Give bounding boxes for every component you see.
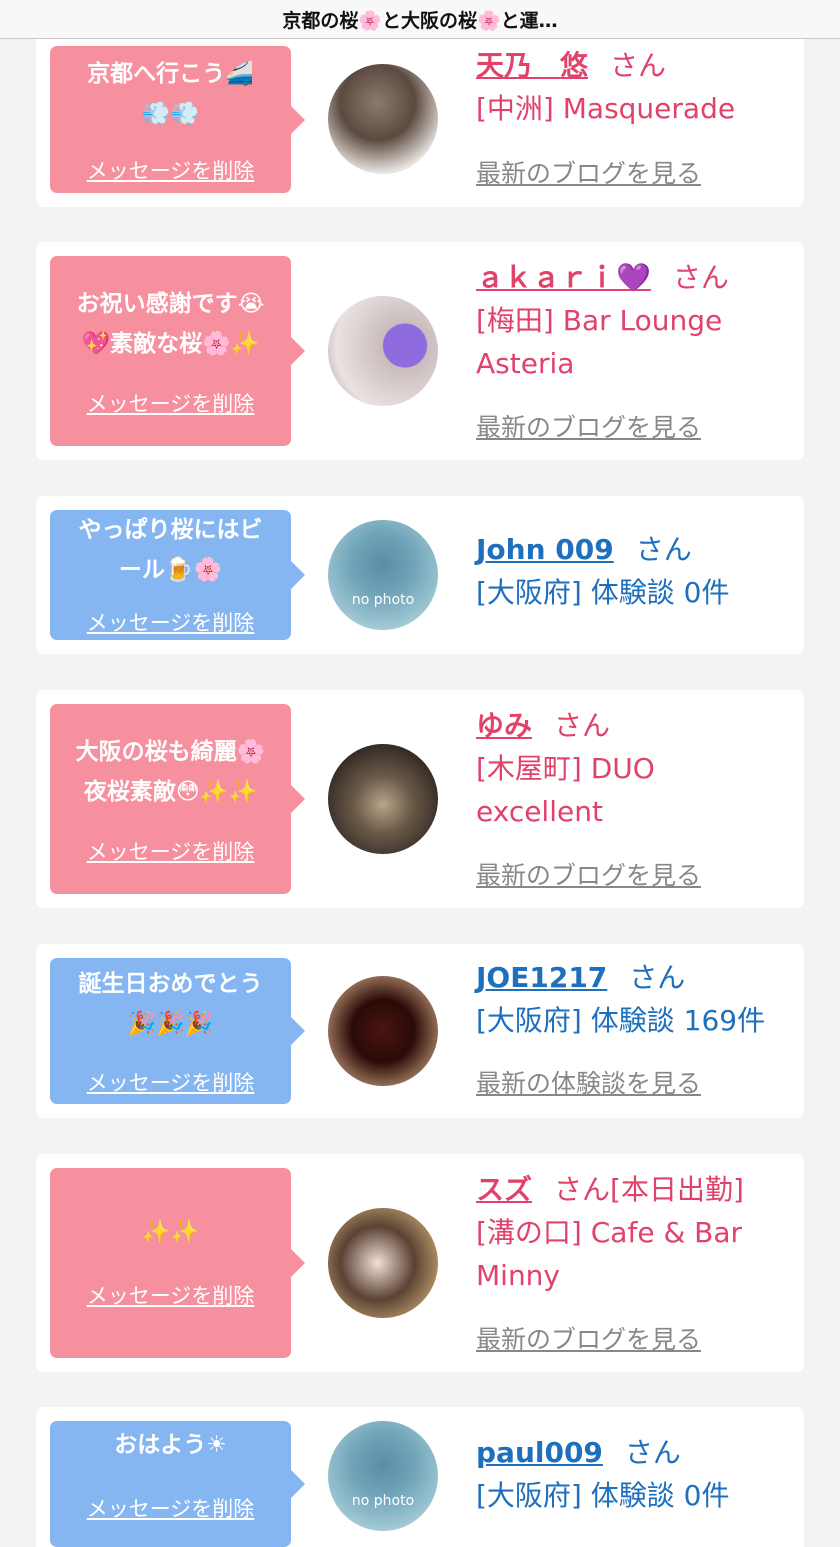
message-line: おはよう☀ — [114, 1432, 227, 1458]
avatar[interactable] — [328, 744, 438, 854]
message-bubble: おはよう☀ メッセージを削除 — [50, 1421, 305, 1547]
profile-info: 天乃 悠さん [中洲] Masquerade 最新のブログを見る — [476, 44, 794, 188]
shop-info: [中洲] Masquerade — [476, 92, 736, 125]
shop-info-line2: Minny — [476, 1259, 560, 1292]
reviews-info: [大阪府] 体験談 0件 — [476, 576, 730, 609]
user-name-link[interactable]: John 009 — [476, 533, 614, 566]
delete-message-link[interactable]: メッセージを削除 — [50, 603, 291, 643]
honorific: さん — [624, 1436, 681, 1469]
avatar[interactable] — [328, 64, 438, 174]
shop-info-line2: Asteria — [476, 347, 575, 380]
honorific-status: さん[本日出勤] — [554, 1173, 744, 1206]
user-name-link[interactable]: ａｋａｒｉ💜 — [476, 261, 651, 294]
profile-info: paul009 さん [大阪府] 体験談 0件 — [476, 1431, 794, 1517]
no-photo-label: no photo — [351, 1493, 415, 1509]
user-name-link[interactable]: JOE1217 — [476, 961, 607, 994]
message-line: 💨💨 — [141, 101, 200, 127]
message-card: 誕生日おめでとう 🎉🎉🎉 メッセージを削除 JOE1217 さん [大阪府] 体験… — [36, 944, 804, 1118]
message-bubble: やっぱり桜にはビ ール🍺🌸 メッセージを削除 — [50, 510, 305, 643]
latest-blog-link[interactable]: 最新のブログを見る — [476, 854, 701, 897]
message-card: 京都へ行こう🚄 💨💨 メッセージを削除 天乃 悠さん [中洲] Masquera… — [36, 30, 804, 207]
honorific: さん — [610, 49, 667, 82]
no-photo-avatar[interactable]: no photo — [328, 520, 438, 630]
user-name-link[interactable]: 天乃 悠 — [476, 49, 588, 82]
reviews-info: [大阪府] 体験談 169件 — [476, 1004, 766, 1037]
message-bubble: お祝い感謝です😭 💖素敵な桜🌸✨ メッセージを削除 — [50, 256, 305, 446]
delete-message-link[interactable]: メッセージを削除 — [50, 1489, 291, 1529]
avatar[interactable] — [328, 976, 438, 1086]
message-card: やっぱり桜にはビ ール🍺🌸 メッセージを削除 no photo John 009… — [36, 496, 804, 654]
profile-info: ａｋａｒｉ💜 さん [梅田] Bar Lounge Asteria 最新のブログを… — [476, 256, 794, 442]
latest-reviews-link[interactable]: 最新の体験談を見る — [476, 1062, 701, 1105]
user-name-link[interactable]: paul009 — [476, 1436, 603, 1469]
shop-info: [溝の口] Cafe & Bar — [476, 1216, 743, 1249]
no-photo-label: no photo — [351, 592, 415, 608]
shop-info-line2: excellent — [476, 795, 603, 828]
honorific: さん — [554, 709, 611, 742]
latest-blog-link[interactable]: 最新のブログを見る — [476, 1318, 701, 1361]
message-line: 誕生日おめでとう — [78, 971, 263, 997]
message-line: やっぱり桜にはビ — [78, 517, 263, 543]
delete-message-link[interactable]: メッセージを削除 — [50, 1063, 291, 1103]
honorific: さん — [672, 261, 729, 294]
message-line: お祝い感謝です😭 — [76, 291, 265, 317]
honorific: さん — [635, 533, 692, 566]
delete-message-link[interactable]: メッセージを削除 — [50, 832, 291, 872]
message-line: 💖素敵な桜🌸✨ — [81, 331, 260, 357]
message-card: おはよう☀ メッセージを削除 no photo paul009 さん [大阪府] … — [36, 1407, 804, 1547]
message-card: ✨✨ メッセージを削除 スズ さん[本日出勤] [溝の口] Cafe & Bar … — [36, 1154, 804, 1372]
honorific: さん — [629, 961, 686, 994]
shop-info: [梅田] Bar Lounge — [476, 304, 723, 337]
profile-info: JOE1217 さん [大阪府] 体験談 169件 最新の体験談を見る — [476, 956, 794, 1098]
profile-info: John 009 さん [大阪府] 体験談 0件 — [476, 528, 794, 614]
message-card: お祝い感謝です😭 💖素敵な桜🌸✨ メッセージを削除 ａｋａｒｉ💜 さん [梅田] … — [36, 242, 804, 460]
profile-info: スズ さん[本日出勤] [溝の口] Cafe & Bar Minny 最新のブログ… — [476, 1168, 794, 1354]
message-bubble: ✨✨ メッセージを削除 — [50, 1168, 305, 1358]
page-title: 京都の桜🌸と大阪の桜🌸と運… — [0, 0, 840, 39]
delete-message-link[interactable]: メッセージを削除 — [50, 1276, 291, 1316]
message-bubble: 京都へ行こう🚄 💨💨 メッセージを削除 — [50, 46, 305, 193]
shop-info: [木屋町] DUO — [476, 752, 655, 785]
delete-message-link[interactable]: メッセージを削除 — [50, 151, 291, 191]
message-bubble: 大阪の桜も綺麗🌸 夜桜素敵😳✨✨ メッセージを削除 — [50, 704, 305, 894]
message-card: 大阪の桜も綺麗🌸 夜桜素敵😳✨✨ メッセージを削除 ゆみ さん [木屋町] DUO… — [36, 690, 804, 908]
message-line: 夜桜素敵😳✨✨ — [83, 779, 258, 805]
avatar[interactable] — [328, 296, 438, 406]
latest-blog-link[interactable]: 最新のブログを見る — [476, 152, 701, 195]
profile-info: ゆみ さん [木屋町] DUO excellent 最新のブログを見る — [476, 704, 794, 890]
message-bubble: 誕生日おめでとう 🎉🎉🎉 メッセージを削除 — [50, 958, 305, 1104]
avatar[interactable] — [328, 1208, 438, 1318]
message-line: ール🍺🌸 — [118, 557, 223, 583]
message-line: 🎉🎉🎉 — [127, 1011, 214, 1037]
user-name-link[interactable]: ゆみ — [476, 709, 532, 742]
delete-message-link[interactable]: メッセージを削除 — [50, 384, 291, 424]
user-name-link[interactable]: スズ — [476, 1173, 532, 1206]
message-line: ✨✨ — [141, 1219, 200, 1245]
no-photo-avatar[interactable]: no photo — [328, 1421, 438, 1531]
message-line: 大阪の桜も綺麗🌸 — [75, 739, 266, 765]
latest-blog-link[interactable]: 最新のブログを見る — [476, 406, 701, 449]
message-line: 京都へ行こう🚄 — [87, 61, 254, 87]
reviews-info: [大阪府] 体験談 0件 — [476, 1479, 730, 1512]
